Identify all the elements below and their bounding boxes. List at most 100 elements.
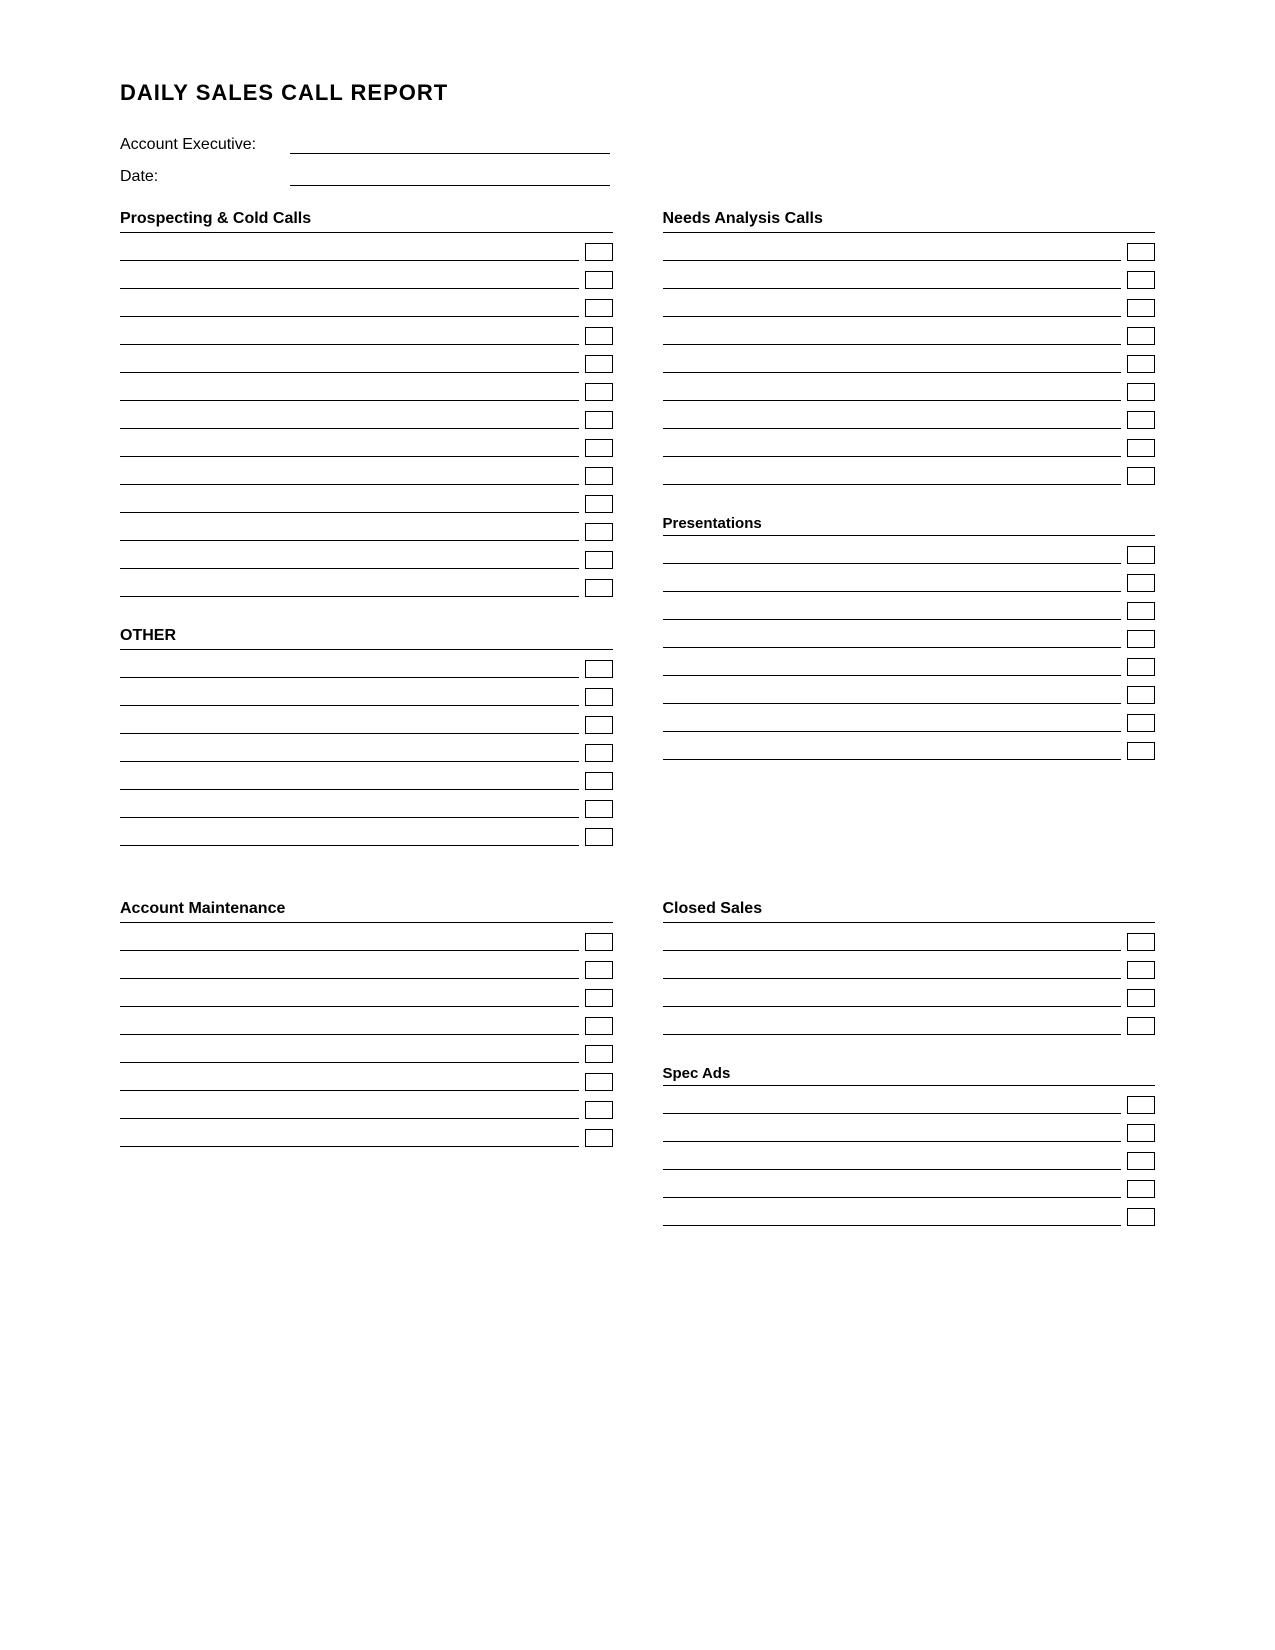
row-box[interactable] xyxy=(585,688,613,706)
row-line[interactable] xyxy=(120,299,579,317)
row-line[interactable] xyxy=(663,658,1122,676)
row-box[interactable] xyxy=(1127,355,1155,373)
row-box[interactable] xyxy=(585,383,613,401)
row-line[interactable] xyxy=(663,411,1122,429)
row-line[interactable] xyxy=(663,1180,1122,1198)
row-box[interactable] xyxy=(585,327,613,345)
row-box[interactable] xyxy=(585,355,613,373)
row-line[interactable] xyxy=(663,961,1122,979)
row-box[interactable] xyxy=(585,933,613,951)
row-line[interactable] xyxy=(663,467,1122,485)
row-box[interactable] xyxy=(1127,467,1155,485)
row-box[interactable] xyxy=(585,772,613,790)
row-line[interactable] xyxy=(663,327,1122,345)
row-line[interactable] xyxy=(663,686,1122,704)
row-line[interactable] xyxy=(120,800,579,818)
row-box[interactable] xyxy=(585,299,613,317)
row-box[interactable] xyxy=(1127,383,1155,401)
row-box[interactable] xyxy=(585,1017,613,1035)
row-box[interactable] xyxy=(1127,243,1155,261)
row-line[interactable] xyxy=(663,1152,1122,1170)
row-box[interactable] xyxy=(585,989,613,1007)
row-line[interactable] xyxy=(663,989,1122,1007)
row-line[interactable] xyxy=(663,742,1122,760)
row-line[interactable] xyxy=(120,243,579,261)
row-line[interactable] xyxy=(663,602,1122,620)
row-box[interactable] xyxy=(585,961,613,979)
row-line[interactable] xyxy=(663,355,1122,373)
row-box[interactable] xyxy=(1127,1180,1155,1198)
row-line[interactable] xyxy=(120,660,579,678)
account-executive-input-line[interactable] xyxy=(290,136,610,154)
row-box[interactable] xyxy=(585,660,613,678)
row-box[interactable] xyxy=(585,1129,613,1147)
row-box[interactable] xyxy=(585,523,613,541)
row-line[interactable] xyxy=(120,933,579,951)
row-line[interactable] xyxy=(120,1045,579,1063)
row-box[interactable] xyxy=(1127,630,1155,648)
row-line[interactable] xyxy=(120,327,579,345)
row-box[interactable] xyxy=(1127,1124,1155,1142)
row-box[interactable] xyxy=(1127,961,1155,979)
row-line[interactable] xyxy=(120,1073,579,1091)
row-line[interactable] xyxy=(120,523,579,541)
row-box[interactable] xyxy=(1127,271,1155,289)
row-line[interactable] xyxy=(120,551,579,569)
row-line[interactable] xyxy=(663,299,1122,317)
row-box[interactable] xyxy=(1127,933,1155,951)
row-line[interactable] xyxy=(663,1017,1122,1035)
row-box[interactable] xyxy=(585,439,613,457)
row-line[interactable] xyxy=(663,574,1122,592)
row-box[interactable] xyxy=(585,579,613,597)
row-line[interactable] xyxy=(120,1017,579,1035)
row-line[interactable] xyxy=(663,714,1122,732)
row-line[interactable] xyxy=(663,271,1122,289)
row-box[interactable] xyxy=(1127,658,1155,676)
row-box[interactable] xyxy=(585,271,613,289)
row-box[interactable] xyxy=(585,1101,613,1119)
row-line[interactable] xyxy=(663,1124,1122,1142)
row-line[interactable] xyxy=(663,630,1122,648)
row-line[interactable] xyxy=(120,688,579,706)
row-line[interactable] xyxy=(663,1208,1122,1226)
row-box[interactable] xyxy=(585,551,613,569)
row-line[interactable] xyxy=(120,716,579,734)
row-line[interactable] xyxy=(120,271,579,289)
row-box[interactable] xyxy=(585,411,613,429)
row-line[interactable] xyxy=(120,744,579,762)
row-line[interactable] xyxy=(120,411,579,429)
row-box[interactable] xyxy=(585,744,613,762)
row-line[interactable] xyxy=(120,772,579,790)
row-line[interactable] xyxy=(663,1096,1122,1114)
row-line[interactable] xyxy=(120,495,579,513)
row-box[interactable] xyxy=(1127,439,1155,457)
row-box[interactable] xyxy=(1127,1152,1155,1170)
row-line[interactable] xyxy=(663,933,1122,951)
row-line[interactable] xyxy=(120,989,579,1007)
row-box[interactable] xyxy=(1127,742,1155,760)
row-box[interactable] xyxy=(1127,1096,1155,1114)
row-box[interactable] xyxy=(585,467,613,485)
row-line[interactable] xyxy=(120,828,579,846)
row-box[interactable] xyxy=(585,243,613,261)
row-box[interactable] xyxy=(1127,602,1155,620)
row-box[interactable] xyxy=(1127,1208,1155,1226)
date-input-line[interactable] xyxy=(290,168,610,186)
row-line[interactable] xyxy=(120,1129,579,1147)
row-box[interactable] xyxy=(585,1045,613,1063)
row-line[interactable] xyxy=(120,467,579,485)
row-line[interactable] xyxy=(120,961,579,979)
row-line[interactable] xyxy=(120,1101,579,1119)
row-box[interactable] xyxy=(1127,327,1155,345)
row-box[interactable] xyxy=(585,495,613,513)
row-box[interactable] xyxy=(585,800,613,818)
row-box[interactable] xyxy=(1127,546,1155,564)
row-line[interactable] xyxy=(120,355,579,373)
row-line[interactable] xyxy=(663,383,1122,401)
row-line[interactable] xyxy=(120,579,579,597)
row-line[interactable] xyxy=(663,546,1122,564)
row-box[interactable] xyxy=(1127,574,1155,592)
row-line[interactable] xyxy=(120,439,579,457)
row-box[interactable] xyxy=(585,1073,613,1091)
row-line[interactable] xyxy=(120,383,579,401)
